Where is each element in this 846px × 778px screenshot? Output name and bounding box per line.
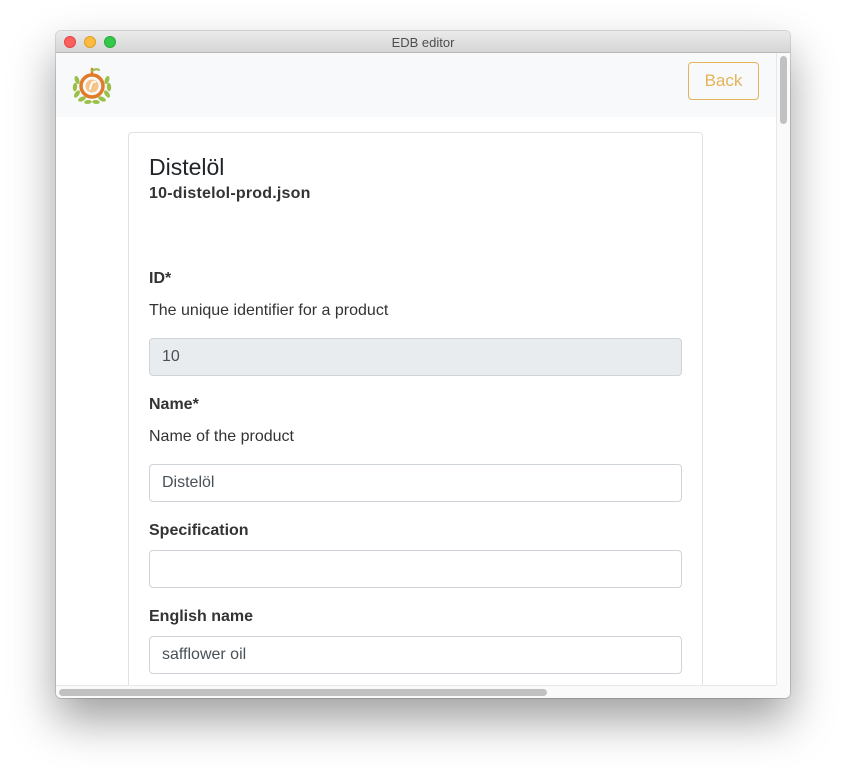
horizontal-scrollbar[interactable] [56, 685, 776, 698]
window-title: EDB editor [391, 35, 455, 50]
horizontal-scrollbar-thumb[interactable] [59, 689, 547, 696]
navbar: Back [56, 53, 776, 117]
product-filename: 10-distelol-prod.json [149, 185, 311, 202]
name-help-text: Name of the product [149, 428, 294, 445]
id-field[interactable] [149, 338, 682, 376]
app-window: EDB editor Back Distelöl 10-distelol-pro… [56, 31, 790, 698]
olive-wreath-logo-icon[interactable] [71, 66, 113, 106]
id-label: ID* [149, 270, 172, 287]
english-name-field[interactable] [149, 636, 682, 674]
product-card: Distelöl 10-distelol-prod.json ID* The u… [128, 132, 703, 685]
title-bar: EDB editor [56, 31, 790, 53]
specification-field[interactable] [149, 550, 682, 588]
product-title: Distelöl [149, 154, 225, 180]
specification-label: Specification [149, 522, 249, 539]
scrollbar-corner [776, 685, 790, 698]
english-name-label: English name [149, 608, 254, 625]
main-content: Back Distelöl 10-distelol-prod.json ID* … [56, 53, 776, 685]
back-button[interactable]: Back [688, 62, 759, 100]
vertical-scrollbar-thumb[interactable] [780, 56, 787, 124]
name-field[interactable] [149, 464, 682, 502]
name-label: Name* [149, 396, 199, 413]
id-help-text: The unique identifier for a product [149, 302, 389, 319]
vertical-scrollbar[interactable] [776, 53, 790, 685]
